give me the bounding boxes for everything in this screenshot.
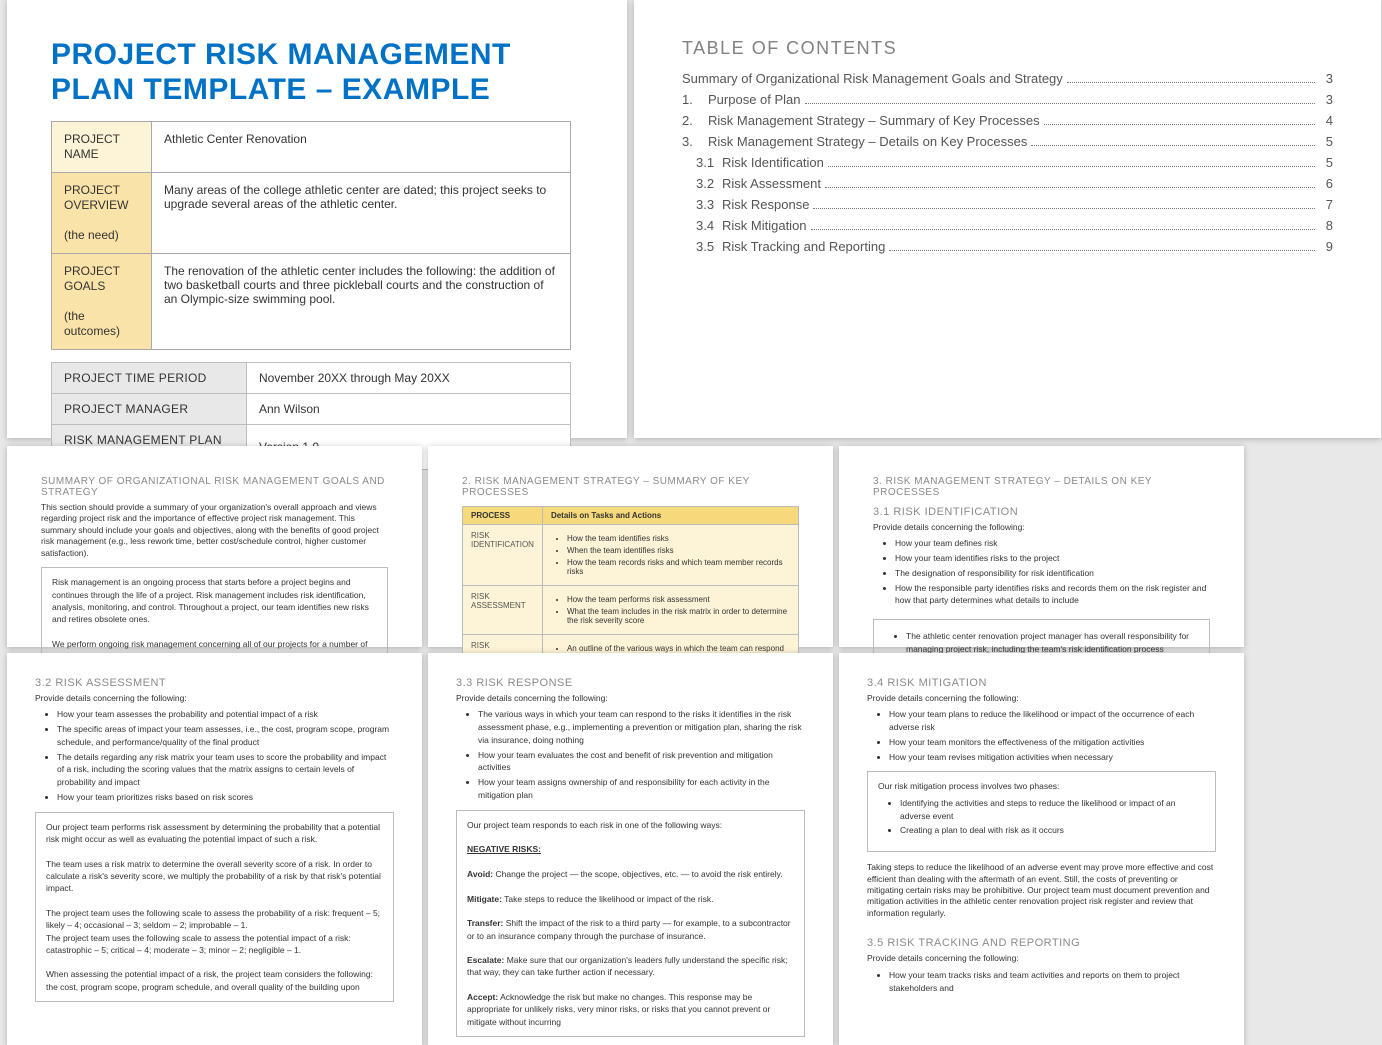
toc-row: 3.Risk Management Strategy – Details on … (682, 134, 1333, 149)
toc-sub-row: 3.5Risk Tracking and Reporting9 (682, 239, 1333, 254)
lbl-project-manager: PROJECT MANAGER (52, 394, 247, 425)
table-row: RISK ASSESSMENT How the team performs ri… (463, 586, 799, 635)
content-box: Our risk mitigation process involves two… (867, 771, 1216, 852)
lbl-project-goals: PROJECT GOALS (the outcomes) (52, 254, 152, 350)
val-project-goals: The renovation of the athletic center in… (152, 254, 571, 350)
lead-text: Provide details concerning the following… (456, 693, 805, 704)
lbl-time-period: PROJECT TIME PERIOD (52, 363, 247, 394)
bullet-list: How your team assesses the probability a… (35, 708, 394, 803)
toc-row: Summary of Organizational Risk Managemen… (682, 71, 1333, 86)
toc-sub-row: 3.1Risk Identification5 (682, 155, 1333, 170)
page-toc: TABLE OF CONTENTS Summary of Organizatio… (634, 0, 1381, 438)
lbl-project-overview: PROJECT OVERVIEW (the need) (52, 173, 152, 254)
subsection-heading: 3.5 RISK TRACKING AND REPORTING (867, 937, 1216, 949)
section-heading: SUMMARY OF ORGANIZATIONAL RISK MANAGEMEN… (41, 476, 388, 498)
page-summary: SUMMARY OF ORGANIZATIONAL RISK MANAGEMEN… (7, 446, 422, 647)
val-project-manager: Ann Wilson (247, 394, 571, 425)
page-risk-mitigation: 3.4 RISK MITIGATION Provide details conc… (839, 653, 1244, 1045)
bullet-list: How your team defines riskHow your team … (873, 537, 1210, 607)
toc-sub-row: 3.4Risk Mitigation8 (682, 218, 1333, 233)
toc-title: TABLE OF CONTENTS (682, 38, 1333, 59)
content-box: Our project team responds to each risk i… (456, 810, 805, 1037)
toc-sub-row: 3.3Risk Response7 (682, 197, 1333, 212)
val-project-name: Athletic Center Renovation (152, 122, 571, 173)
toc-row: 2.Risk Management Strategy – Summary of … (682, 113, 1333, 128)
bullet-list: How your team tracks risks and team acti… (867, 969, 1216, 995)
bullet-list: The various ways in which your team can … (456, 708, 805, 801)
page-risk-assessment: 3.2 RISK ASSESSMENT Provide details conc… (7, 653, 422, 1045)
bullet-list: How your team plans to reduce the likeli… (867, 708, 1216, 763)
subsection-heading: 3.2 RISK ASSESSMENT (35, 677, 394, 689)
paragraph: Taking steps to reduce the likelihood of… (867, 862, 1216, 919)
val-time-period: November 20XX through May 20XX (247, 363, 571, 394)
section-heading: 2. RISK MANAGEMENT STRATEGY – SUMMARY OF… (462, 476, 799, 498)
val-project-overview: Many areas of the college athletic cente… (152, 173, 571, 254)
page-risk-response: 3.3 RISK RESPONSE Provide details concer… (428, 653, 833, 1045)
page-risk-identification: 3. RISK MANAGEMENT STRATEGY – DETAILS ON… (839, 446, 1244, 647)
toc-sub-row: 3.2Risk Assessment6 (682, 176, 1333, 191)
section-intro: This section should provide a summary of… (41, 502, 388, 559)
process-table: PROCESSDetails on Tasks and Actions RISK… (462, 506, 799, 672)
subsection-heading: 3.4 RISK MITIGATION (867, 677, 1216, 689)
lead-text: Provide details concerning the following… (35, 693, 394, 704)
lead-text: Provide details concerning the following… (867, 953, 1216, 964)
subsection-heading: 3.1 RISK IDENTIFICATION (873, 506, 1210, 518)
subsection-heading: 3.3 RISK RESPONSE (456, 677, 805, 689)
lead-text: Provide details concerning the following… (873, 522, 1210, 533)
page-cover: PROJECT RISK MANAGEMENT PLAN TEMPLATE – … (7, 0, 627, 438)
lbl-project-name: PROJECT NAME (52, 122, 152, 173)
lead-text: Provide details concerning the following… (867, 693, 1216, 704)
section-heading: 3. RISK MANAGEMENT STRATEGY – DETAILS ON… (873, 476, 1210, 498)
page-summary-processes: 2. RISK MANAGEMENT STRATEGY – SUMMARY OF… (428, 446, 833, 647)
content-box: Our project team performs risk assessmen… (35, 812, 394, 1002)
table-row: RISK IDENTIFICATION How the team identif… (463, 525, 799, 586)
doc-title: PROJECT RISK MANAGEMENT PLAN TEMPLATE – … (51, 38, 583, 107)
project-meta-table: PROJECT NAME Athletic Center Renovation … (51, 121, 571, 350)
toc-row: 1.Purpose of Plan3 (682, 92, 1333, 107)
